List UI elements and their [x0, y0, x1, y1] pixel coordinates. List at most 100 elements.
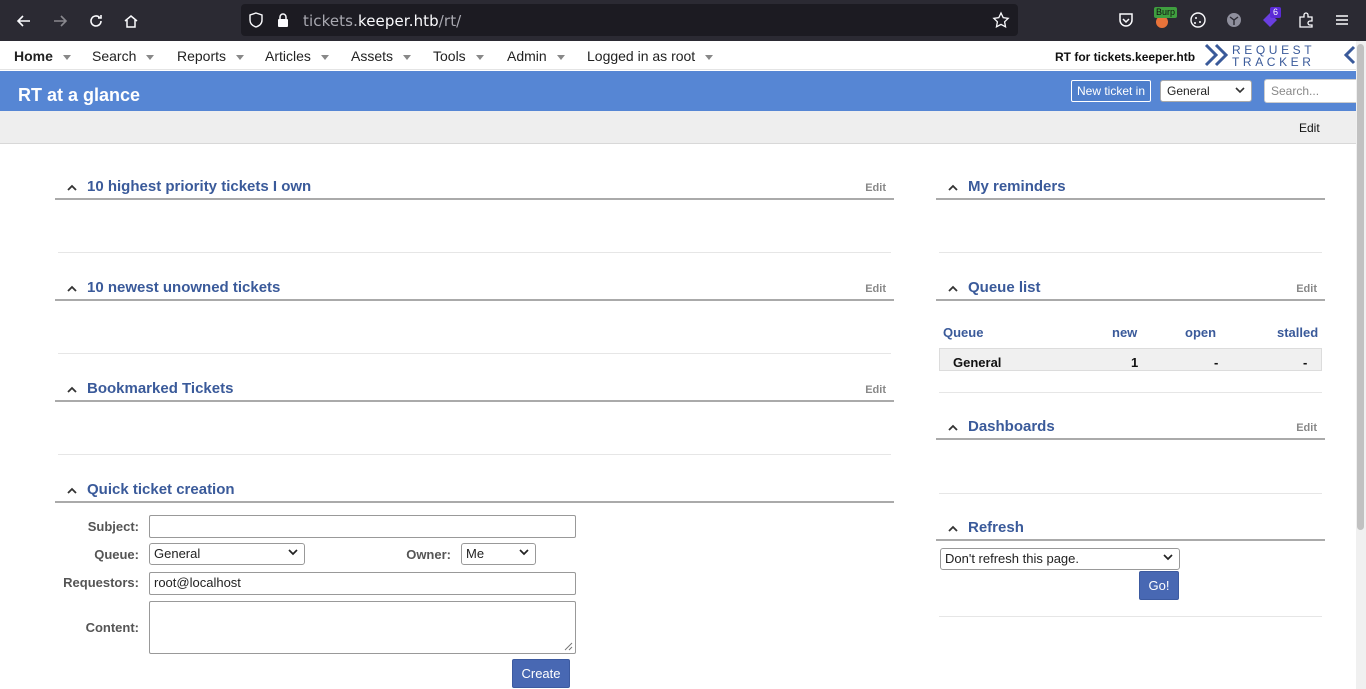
open-column-header[interactable]: open: [1185, 325, 1216, 340]
resize-handle-icon[interactable]: [564, 642, 573, 651]
portlet-edit-link[interactable]: Edit: [865, 182, 886, 194]
bookmark-star-icon[interactable]: [992, 11, 1010, 29]
back-button[interactable]: [11, 8, 37, 34]
main-nav: Home Search Reports Articles Assets Tool…: [0, 41, 1366, 70]
collapse-toggle-icon[interactable]: [66, 283, 78, 295]
nav-assets[interactable]: Assets: [351, 48, 412, 64]
owner-select[interactable]: Me: [461, 543, 536, 565]
portlet-divider: [939, 493, 1322, 494]
create-button[interactable]: Create: [512, 659, 570, 688]
nav-admin[interactable]: Admin: [507, 48, 565, 64]
rt-instance-label: RT for tickets.keeper.htb: [1055, 50, 1196, 64]
url-bar[interactable]: tickets.keeper.htb/rt/: [241, 4, 1018, 36]
refresh-interval-select[interactable]: Don't refresh this page.: [940, 548, 1180, 570]
content-label: Content:: [85, 620, 139, 635]
owner-label: Owner:: [406, 547, 451, 562]
search-placeholder: Search...: [1271, 84, 1320, 98]
browser-toolbar: tickets.keeper.htb/rt/ Burp 6: [0, 0, 1366, 41]
chevron-down-icon: [1163, 554, 1173, 561]
queue-label: Queue:: [94, 547, 139, 562]
new-column-header[interactable]: new: [1112, 325, 1137, 340]
cookie-icon[interactable]: [1188, 10, 1208, 30]
queue-name-link[interactable]: General: [953, 355, 1001, 370]
owner-select-value: Me: [466, 546, 485, 561]
portlet-bookmarked-tickets: Bookmarked Tickets Edit: [55, 380, 894, 402]
edit-page-link[interactable]: Edit: [1299, 121, 1320, 135]
lock-icon[interactable]: [274, 11, 292, 29]
portlet-divider: [939, 252, 1322, 253]
portlet-edit-link[interactable]: Edit: [865, 283, 886, 295]
collapse-toggle-icon[interactable]: [947, 523, 959, 535]
collapse-toggle-icon[interactable]: [947, 422, 959, 434]
nav-search[interactable]: Search: [92, 48, 155, 64]
portlet-edit-link[interactable]: Edit: [1296, 422, 1317, 434]
portlet-queue-list: Queue list Edit: [936, 279, 1325, 301]
portlet-refresh: Refresh: [936, 519, 1325, 541]
collapse-toggle-icon[interactable]: [947, 182, 959, 194]
nav-tools[interactable]: Tools: [433, 48, 484, 64]
queue-select-value: General: [1167, 84, 1210, 98]
new-ticket-button[interactable]: New ticket in: [1071, 80, 1152, 102]
arrow-right-icon: [54, 15, 68, 27]
chevron-down-icon: [236, 54, 245, 60]
reload-button[interactable]: [83, 8, 109, 34]
portlet-edit-link[interactable]: Edit: [1296, 283, 1317, 295]
queue-select-value: General: [154, 546, 201, 561]
chevron-down-icon: [556, 54, 565, 60]
search-input[interactable]: Search...: [1264, 79, 1366, 103]
portlet-title[interactable]: Queue list: [968, 279, 1041, 296]
collapse-toggle-icon[interactable]: [66, 384, 78, 396]
new-ticket-queue-select[interactable]: General: [1160, 80, 1252, 102]
requestors-label: Requestors:: [63, 575, 139, 590]
request-tracker-logo[interactable]: REQUEST TRACKER: [1204, 43, 1356, 67]
portlet-dashboards: Dashboards Edit: [936, 418, 1325, 440]
content-textarea[interactable]: [149, 601, 576, 654]
nav-home[interactable]: Home: [14, 48, 71, 64]
home-icon: [124, 15, 138, 28]
portlet-divider: [939, 392, 1322, 393]
chevron-down-icon: [288, 549, 298, 556]
portlet-title[interactable]: 10 highest priority tickets I own: [87, 178, 311, 195]
portlet-unowned-tickets: 10 newest unowned tickets Edit: [55, 279, 894, 301]
collapse-toggle-icon[interactable]: [66, 182, 78, 194]
extensions-puzzle-icon[interactable]: [1296, 10, 1316, 30]
url-text[interactable]: tickets.keeper.htb/rt/: [303, 12, 461, 30]
queue-open-count[interactable]: -: [1214, 355, 1218, 370]
collapse-toggle-icon[interactable]: [66, 485, 78, 497]
subject-input[interactable]: [149, 515, 576, 538]
burp-badge: Burp: [1154, 7, 1178, 18]
portlet-title[interactable]: 10 newest unowned tickets: [87, 279, 280, 296]
pocket-icon[interactable]: [1116, 10, 1136, 30]
logo-text-bottom: TRACKER: [1232, 55, 1315, 67]
chevron-down-icon: [475, 54, 484, 60]
chevron-down-icon: [519, 549, 529, 556]
home-button[interactable]: [118, 8, 144, 34]
go-button[interactable]: Go!: [1139, 571, 1179, 600]
nav-logged-in[interactable]: Logged in as root: [587, 48, 714, 64]
portlet-title[interactable]: Dashboards: [968, 418, 1055, 435]
queue-column-header[interactable]: Queue: [943, 325, 983, 340]
hamburger-menu-icon[interactable]: [1332, 10, 1352, 30]
page-scrollbar-thumb[interactable]: [1357, 44, 1364, 530]
nav-articles[interactable]: Articles: [265, 48, 329, 64]
shield-icon[interactable]: [247, 11, 265, 29]
portlet-title[interactable]: Quick ticket creation: [87, 481, 235, 498]
portlet-title[interactable]: Refresh: [968, 519, 1024, 536]
arrow-left-icon: [16, 15, 30, 27]
foxyproxy-icon[interactable]: [1224, 10, 1244, 30]
stalled-column-header[interactable]: stalled: [1277, 325, 1318, 340]
requestors-input[interactable]: root@localhost: [149, 572, 576, 595]
chevron-down-icon: [62, 54, 71, 60]
page-title: RT at a glance: [18, 85, 141, 105]
portlet-title[interactable]: Bookmarked Tickets: [87, 380, 233, 397]
nav-reports[interactable]: Reports: [177, 48, 245, 64]
collapse-toggle-icon[interactable]: [947, 283, 959, 295]
portlet-edit-link[interactable]: Edit: [865, 384, 886, 396]
portlet-title[interactable]: My reminders: [968, 178, 1066, 195]
queue-new-count[interactable]: 1: [1131, 355, 1138, 370]
page-menu: Edit: [0, 111, 1366, 144]
portlet-reminders: My reminders: [936, 178, 1325, 200]
queue-select[interactable]: General: [149, 543, 305, 565]
forward-button[interactable]: [47, 8, 73, 34]
queue-stalled-count[interactable]: -: [1303, 355, 1307, 370]
